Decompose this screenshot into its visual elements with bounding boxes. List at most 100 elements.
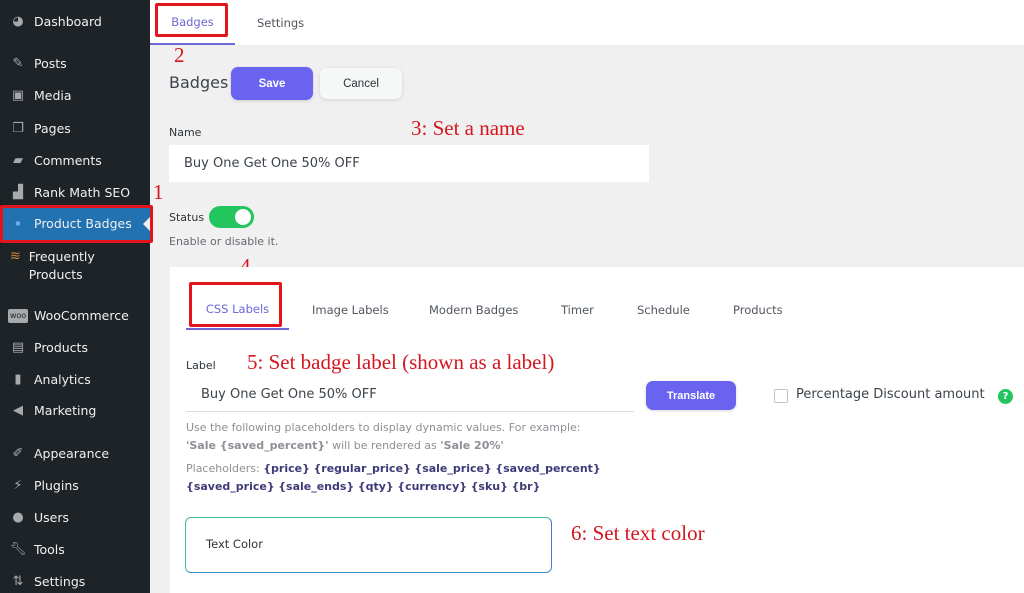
- status-toggle[interactable]: [209, 206, 254, 228]
- tab-label: Products: [733, 303, 783, 317]
- sidebar-item-tools[interactable]: 🔧︎ Tools: [0, 541, 150, 559]
- woo-icon: woo: [8, 309, 28, 323]
- sidebar-item-comments[interactable]: ▰ Comments: [0, 152, 150, 170]
- sidebar-item-label: Analytics: [34, 372, 91, 387]
- sidebar-item-rank-math-seo[interactable]: ▟ Rank Math SEO: [0, 184, 150, 202]
- tab-label: Image Labels: [312, 303, 389, 317]
- sidebar-item-analytics[interactable]: ▮ Analytics: [0, 371, 150, 389]
- chart-icon: ▟: [13, 185, 23, 200]
- sidebar-item-label: Tools: [34, 542, 65, 557]
- tab-schedule[interactable]: Schedule: [637, 290, 690, 330]
- sidebar-item-frequently-products[interactable]: ≋ Frequently Products: [0, 248, 120, 284]
- sidebar-item-product-badges[interactable]: ● Product Badges: [0, 208, 150, 240]
- placeholders-row-1: Placeholders: {price} {regular_price} {s…: [186, 460, 626, 478]
- sidebar-item-label: Posts: [34, 56, 67, 71]
- placeholder-sale-ends: {sale_ends}: [278, 480, 355, 493]
- tab-css-labels[interactable]: CSS Labels: [186, 290, 289, 330]
- sidebar-item-marketing[interactable]: ◀ Marketing: [0, 402, 150, 420]
- sidebar-item-media[interactable]: ▣ Media: [0, 87, 150, 105]
- layers-icon: ≋: [9, 249, 21, 264]
- help-example-input: 'Sale {saved_percent}': [186, 439, 329, 452]
- sidebar-item-label: Appearance: [34, 446, 110, 461]
- sidebar-item-label: Products: [34, 340, 88, 355]
- dashboard-icon: ◕: [12, 14, 24, 29]
- brush-icon: ✐: [12, 446, 24, 461]
- comment-icon: ▰: [13, 153, 23, 168]
- sidebar-item-label: Dashboard: [34, 14, 102, 29]
- placeholder-qty: {qty}: [357, 480, 394, 493]
- help-line-1: Use the following placeholders to displa…: [186, 421, 581, 434]
- cancel-button[interactable]: Cancel: [320, 68, 402, 99]
- percentage-discount-checkbox[interactable]: [774, 389, 788, 403]
- placeholder-sale-price: {sale_price}: [414, 462, 492, 475]
- placeholder-sku: {sku}: [470, 480, 508, 493]
- user-icon: ●: [12, 510, 24, 525]
- bar-chart-icon: ▮: [14, 372, 22, 387]
- help-line-2: 'Sale {saved_percent}' will be rendered …: [186, 437, 626, 455]
- annotation-6: 6: Set text color: [571, 521, 705, 545]
- sidebar-item-label: Rank Math SEO: [34, 185, 131, 200]
- tab-label: Modern Badges: [429, 303, 519, 317]
- text-color-picker[interactable]: Text Color: [185, 517, 552, 573]
- help-example-output: 'Sale 20%': [440, 439, 504, 452]
- label-field-label: Label: [186, 359, 216, 372]
- admin-sidebar: ◕ Dashboard ✎ Posts ▣ Media ❐ Pages ▰ Co…: [0, 0, 150, 593]
- archive-icon: ▤: [11, 340, 25, 355]
- badge-label-value: Buy One Get One 50% OFF: [201, 387, 377, 402]
- plug-icon: ⚡: [13, 478, 23, 493]
- placeholder-saved-price: {saved_price}: [186, 480, 275, 493]
- sidebar-item-label: Marketing: [34, 403, 97, 418]
- placeholders-label: Placeholders:: [186, 462, 260, 475]
- placeholder-currency: {currency}: [397, 480, 468, 493]
- tab-timer[interactable]: Timer: [561, 290, 594, 330]
- annotation-1: 1: [153, 180, 164, 204]
- annotation-5: 5: Set badge label (shown as a label): [247, 350, 555, 374]
- sidebar-item-woocommerce[interactable]: woo WooCommerce: [0, 307, 150, 325]
- save-button[interactable]: Save: [231, 67, 313, 100]
- tab-badges[interactable]: Badges: [150, 0, 235, 45]
- tab-settings[interactable]: Settings: [257, 0, 304, 45]
- help-question-icon[interactable]: ?: [998, 389, 1013, 404]
- pages-icon: ❐: [12, 121, 24, 136]
- placeholder-br: {br}: [511, 480, 541, 493]
- sidebar-item-label: Pages: [34, 121, 71, 136]
- media-icon: ▣: [11, 88, 25, 103]
- tab-label: Badges: [171, 14, 214, 29]
- sidebar-item-posts[interactable]: ✎ Posts: [0, 55, 150, 73]
- sidebar-item-users[interactable]: ● Users: [0, 509, 150, 527]
- wrench-icon: 🔧︎: [9, 542, 27, 557]
- sidebar-item-label: Plugins: [34, 478, 79, 493]
- placeholders-list: Placeholders: {price} {regular_price} {s…: [186, 460, 626, 496]
- settings-icon: ⇅: [12, 574, 24, 589]
- badge-label-input[interactable]: Buy One Get One 50% OFF: [186, 378, 634, 412]
- sidebar-item-appearance[interactable]: ✐ Appearance: [0, 445, 150, 463]
- name-input[interactable]: Buy One Get One 50% OFF: [169, 145, 649, 182]
- sidebar-item-label: Users: [34, 510, 70, 525]
- tab-image-labels[interactable]: Image Labels: [312, 290, 389, 330]
- tab-products[interactable]: Products: [733, 290, 783, 330]
- sidebar-item-dashboard[interactable]: ◕ Dashboard: [0, 13, 150, 31]
- tab-label: Schedule: [637, 303, 690, 317]
- help-example-mid: will be rendered as: [328, 439, 441, 452]
- tab-label: Settings: [257, 15, 305, 30]
- placeholders-row-2: {saved_price} {sale_ends} {qty} {currenc…: [186, 478, 626, 496]
- sidebar-item-label: Settings: [34, 574, 86, 589]
- sidebar-item-plugins[interactable]: ⚡ Plugins: [0, 477, 150, 495]
- name-input-value: Buy One Get One 50% OFF: [184, 156, 360, 171]
- sidebar-item-settings[interactable]: ⇅ Settings: [0, 573, 150, 591]
- sidebar-item-products[interactable]: ▤ Products: [0, 339, 150, 357]
- annotation-3: 3: Set a name: [411, 116, 525, 140]
- sidebar-item-label: Comments: [34, 153, 102, 168]
- sidebar-item-label: Frequently Products: [28, 249, 95, 282]
- toggle-knob: [235, 209, 251, 225]
- placeholder-price: {price}: [263, 462, 310, 475]
- tab-modern-badges[interactable]: Modern Badges: [429, 290, 518, 330]
- placeholder-saved-percent: {saved_percent}: [495, 462, 601, 475]
- tab-label: CSS Labels: [205, 302, 270, 316]
- sidebar-item-pages[interactable]: ❐ Pages: [0, 120, 150, 138]
- placeholder-regular-price: {regular_price}: [313, 462, 411, 475]
- sidebar-item-label: WooCommerce: [34, 308, 129, 323]
- badge-icon: ●: [15, 220, 21, 227]
- translate-button[interactable]: Translate: [646, 381, 736, 410]
- sidebar-item-label: Product Badges: [34, 216, 132, 231]
